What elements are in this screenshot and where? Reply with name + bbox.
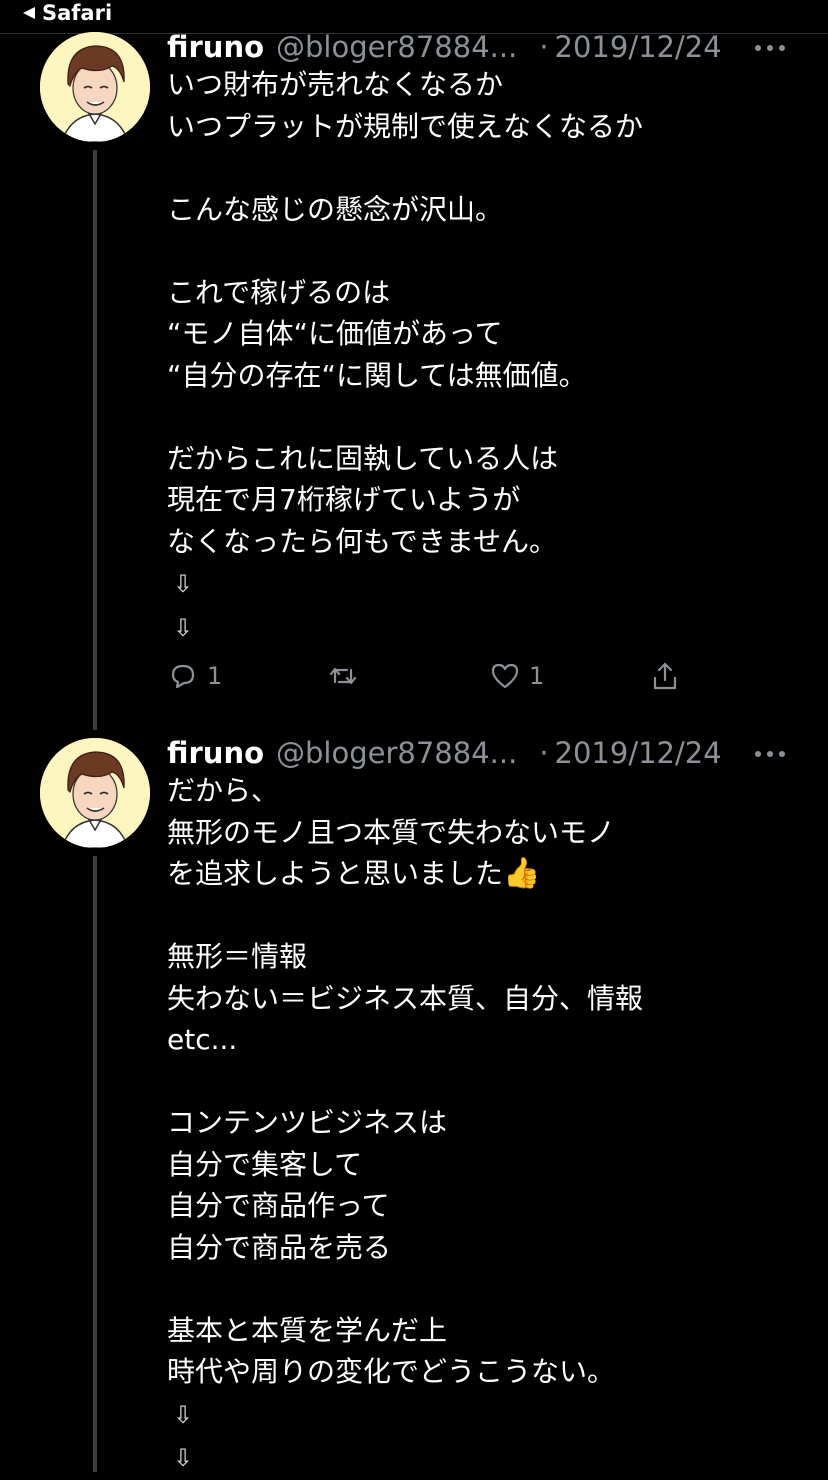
share-icon: [653, 662, 677, 690]
tweet-date[interactable]: 2019/12/24: [555, 30, 722, 64]
down-arrow: ⇩: [173, 1444, 194, 1472]
separator-dot: ·: [539, 736, 549, 770]
down-arrow: ⇩: [173, 613, 194, 642]
like-count: 1: [529, 662, 545, 690]
reply-button[interactable]: 1: [167, 660, 222, 692]
thumbs-up-emoji: 👍: [503, 856, 541, 891]
status-bar: Safari: [0, 0, 828, 34]
more-dots-icon[interactable]: [755, 42, 785, 54]
down-arrow: ⇩: [173, 1400, 194, 1429]
avatar[interactable]: [40, 32, 150, 142]
down-arrow: ⇩: [173, 570, 194, 598]
user-handle[interactable]: @bloger87884...: [276, 736, 517, 770]
more-dots-icon[interactable]: [755, 748, 785, 760]
back-triangle-icon: [23, 7, 35, 19]
display-name[interactable]: firuno: [167, 736, 264, 770]
tweet-text-content: いつ財布が売れなくなるか いつプラットが規制で使えなくなるか こんな感じの懸念が…: [167, 68, 644, 558]
tweet-text: だから、 無形のモノ且つ本質で失わないモノ を追求しようと思いました👍 無形＝情…: [167, 770, 787, 1480]
tweet[interactable]: firuno @bloger87884... · 2019/12/24 だから、…: [0, 736, 828, 1472]
share-button[interactable]: [649, 660, 681, 692]
heart-icon: [491, 663, 519, 689]
tweet-text-continued: 無形＝情報 失わない＝ビジネス本質、自分、情報 etc... コンテンツビジネス…: [167, 940, 644, 1388]
thread-line: [93, 150, 97, 730]
tweet[interactable]: firuno @bloger87884... · 2019/12/24 いつ財布…: [0, 30, 828, 730]
separator-dot: ·: [539, 30, 549, 64]
reply-bubble-icon: [171, 664, 195, 689]
tweet-header: firuno @bloger87884... · 2019/12/24: [167, 30, 722, 64]
thread-line: [93, 856, 97, 1472]
avatar[interactable]: [40, 738, 150, 848]
back-label: Safari: [42, 1, 113, 25]
display-name[interactable]: firuno: [167, 30, 264, 64]
reply-count: 1: [207, 662, 223, 690]
like-button[interactable]: 1: [489, 660, 544, 692]
avatar-illustration-icon: [40, 738, 150, 848]
tweet-actions: 1 1: [167, 660, 727, 696]
retweet-button[interactable]: [327, 660, 367, 692]
tweet-date[interactable]: 2019/12/24: [555, 736, 722, 770]
back-to-safari-link[interactable]: Safari: [22, 0, 112, 26]
tweet-header: firuno @bloger87884... · 2019/12/24: [167, 736, 722, 770]
tweet-text-content: だから、 無形のモノ且つ本質で失わないモノ を追求しようと思いました: [167, 774, 616, 890]
avatar-illustration-icon: [40, 32, 150, 142]
user-handle[interactable]: @bloger87884...: [276, 30, 517, 64]
retweet-icon: [329, 667, 357, 685]
tweet-text: いつ財布が売れなくなるか いつプラットが規制で使えなくなるか こんな感じの懸念が…: [167, 64, 787, 649]
